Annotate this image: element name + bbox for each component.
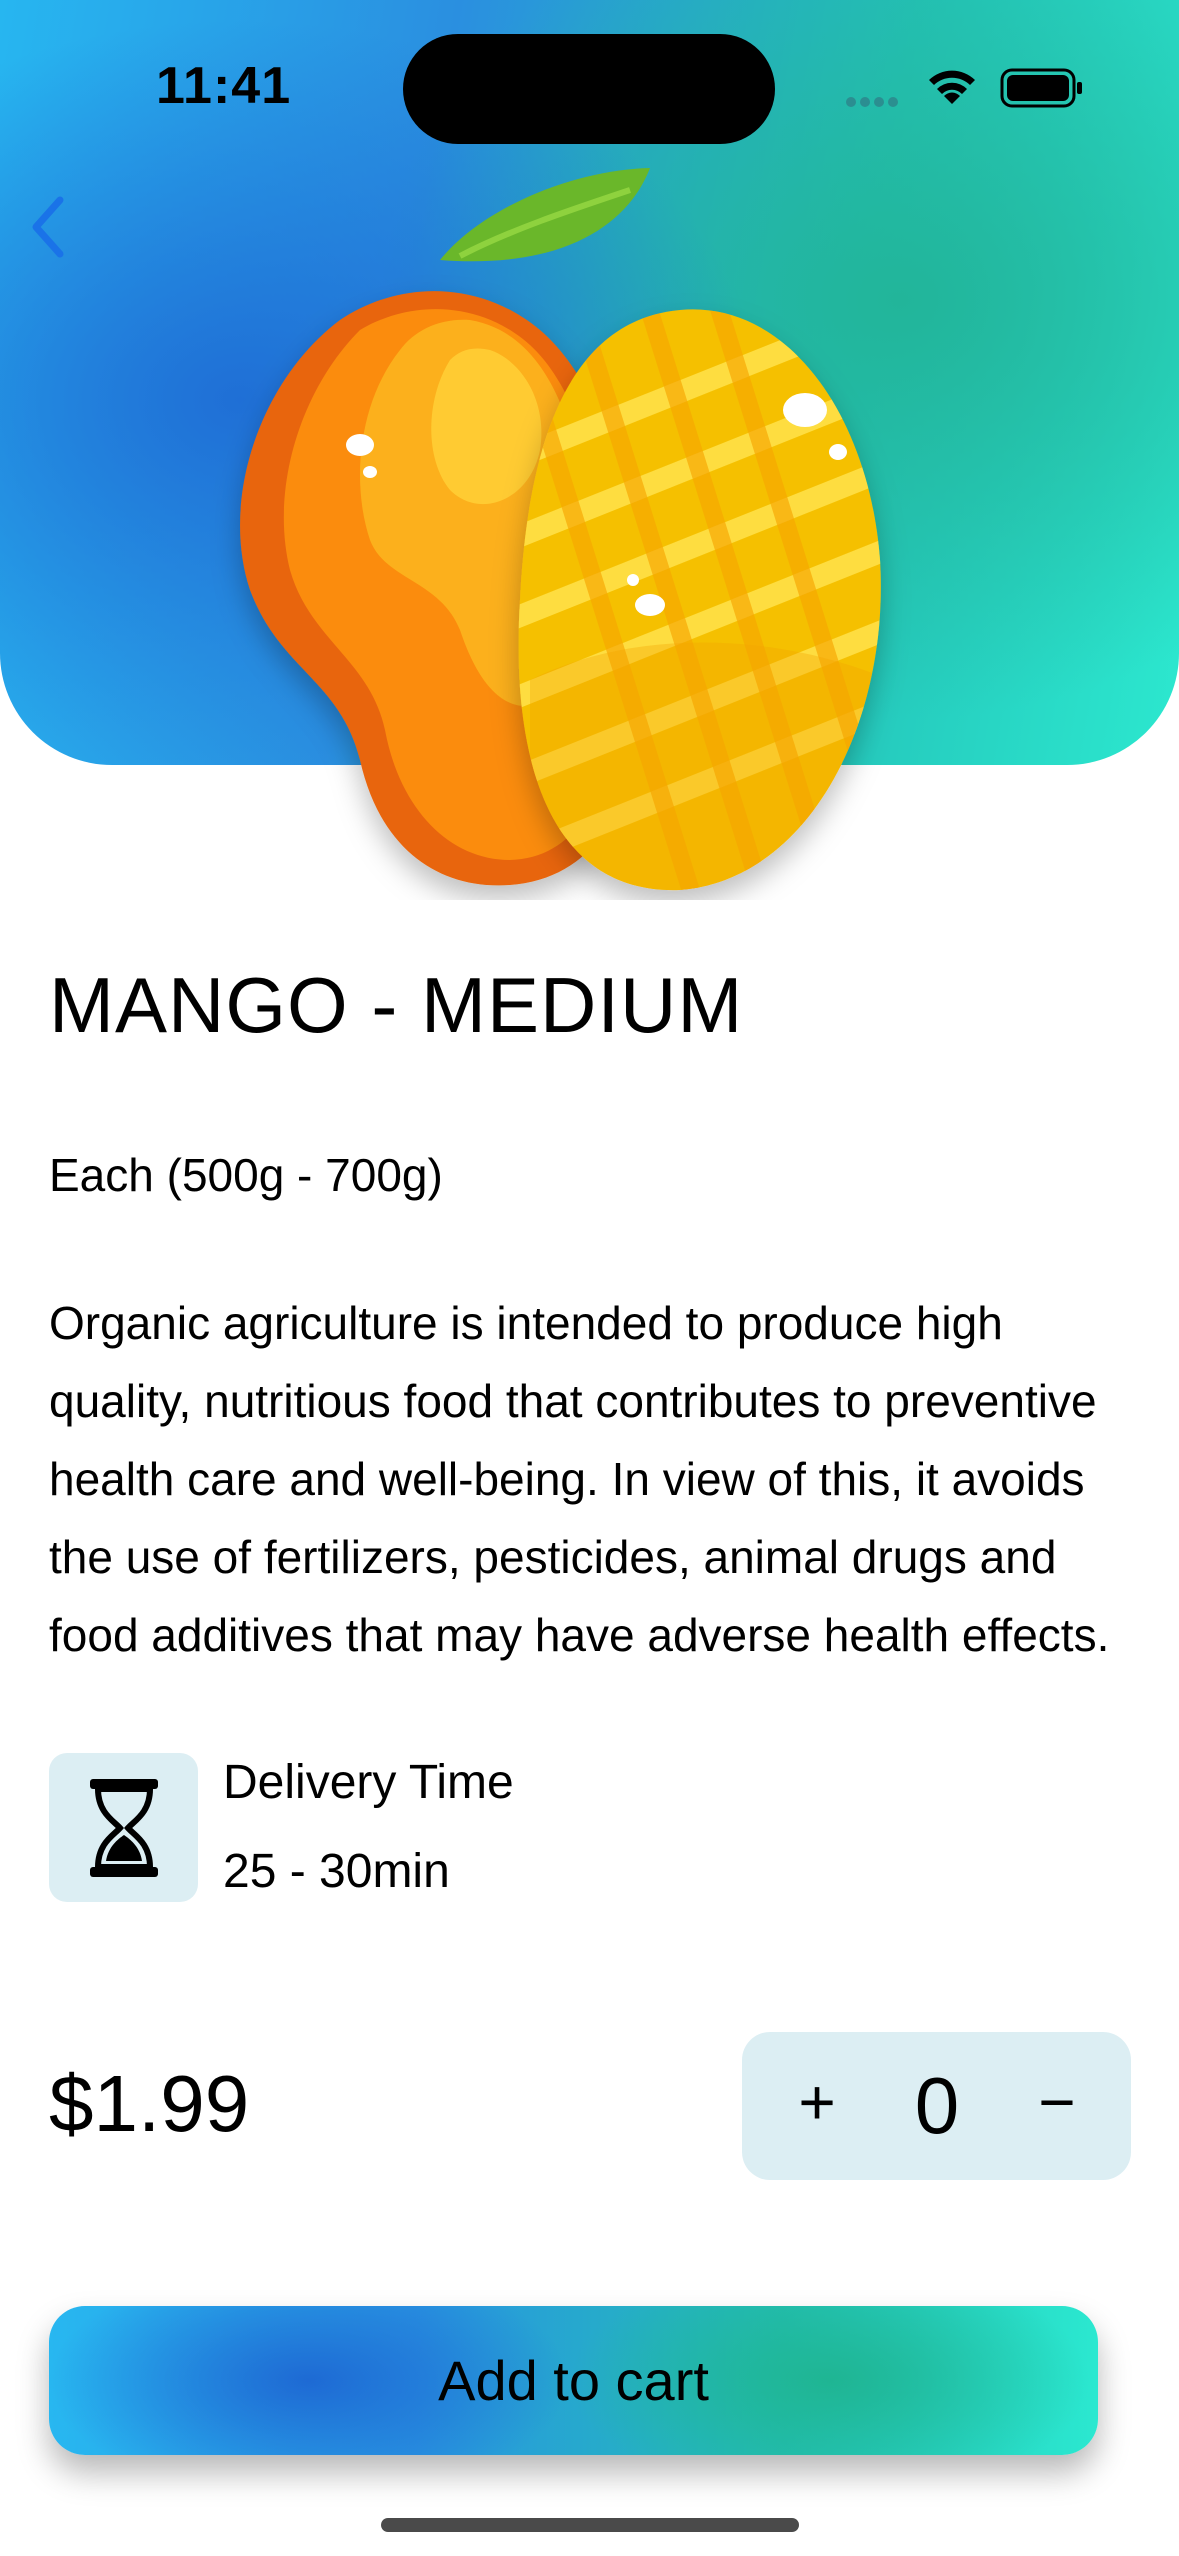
status-time: 11:41: [156, 57, 292, 115]
back-chevron-icon[interactable]: [18, 190, 78, 264]
add-to-cart-button[interactable]: Add to cart: [49, 2306, 1098, 2455]
status-bar: 11:41: [0, 0, 1179, 175]
quantity-stepper: + 0 −: [742, 2032, 1131, 2180]
mango-illustration: [240, 168, 881, 891]
product-price: $1.99: [49, 2059, 250, 2148]
hourglass-icon: [90, 1779, 158, 1877]
cellular-signal-icon: [846, 94, 902, 112]
quantity-value: 0: [914, 2061, 960, 2150]
dynamic-island: [403, 34, 775, 144]
home-indicator[interactable]: [381, 2518, 799, 2532]
delivery-time-label: Delivery Time: [223, 1756, 514, 1809]
delivery-time-value: 25 - 30min: [223, 1845, 450, 1898]
product-unit: Each (500g - 700g): [49, 1149, 443, 1201]
wifi-icon: [929, 70, 975, 104]
delivery-icon-container: [49, 1753, 198, 1902]
product-title: MANGO - MEDIUM: [49, 961, 744, 1049]
product-description: Organic agriculture is intended to produ…: [49, 1297, 1110, 1661]
decrement-button[interactable]: −: [1017, 2062, 1097, 2142]
increment-button[interactable]: +: [777, 2062, 857, 2142]
battery-icon: [1000, 68, 1082, 108]
